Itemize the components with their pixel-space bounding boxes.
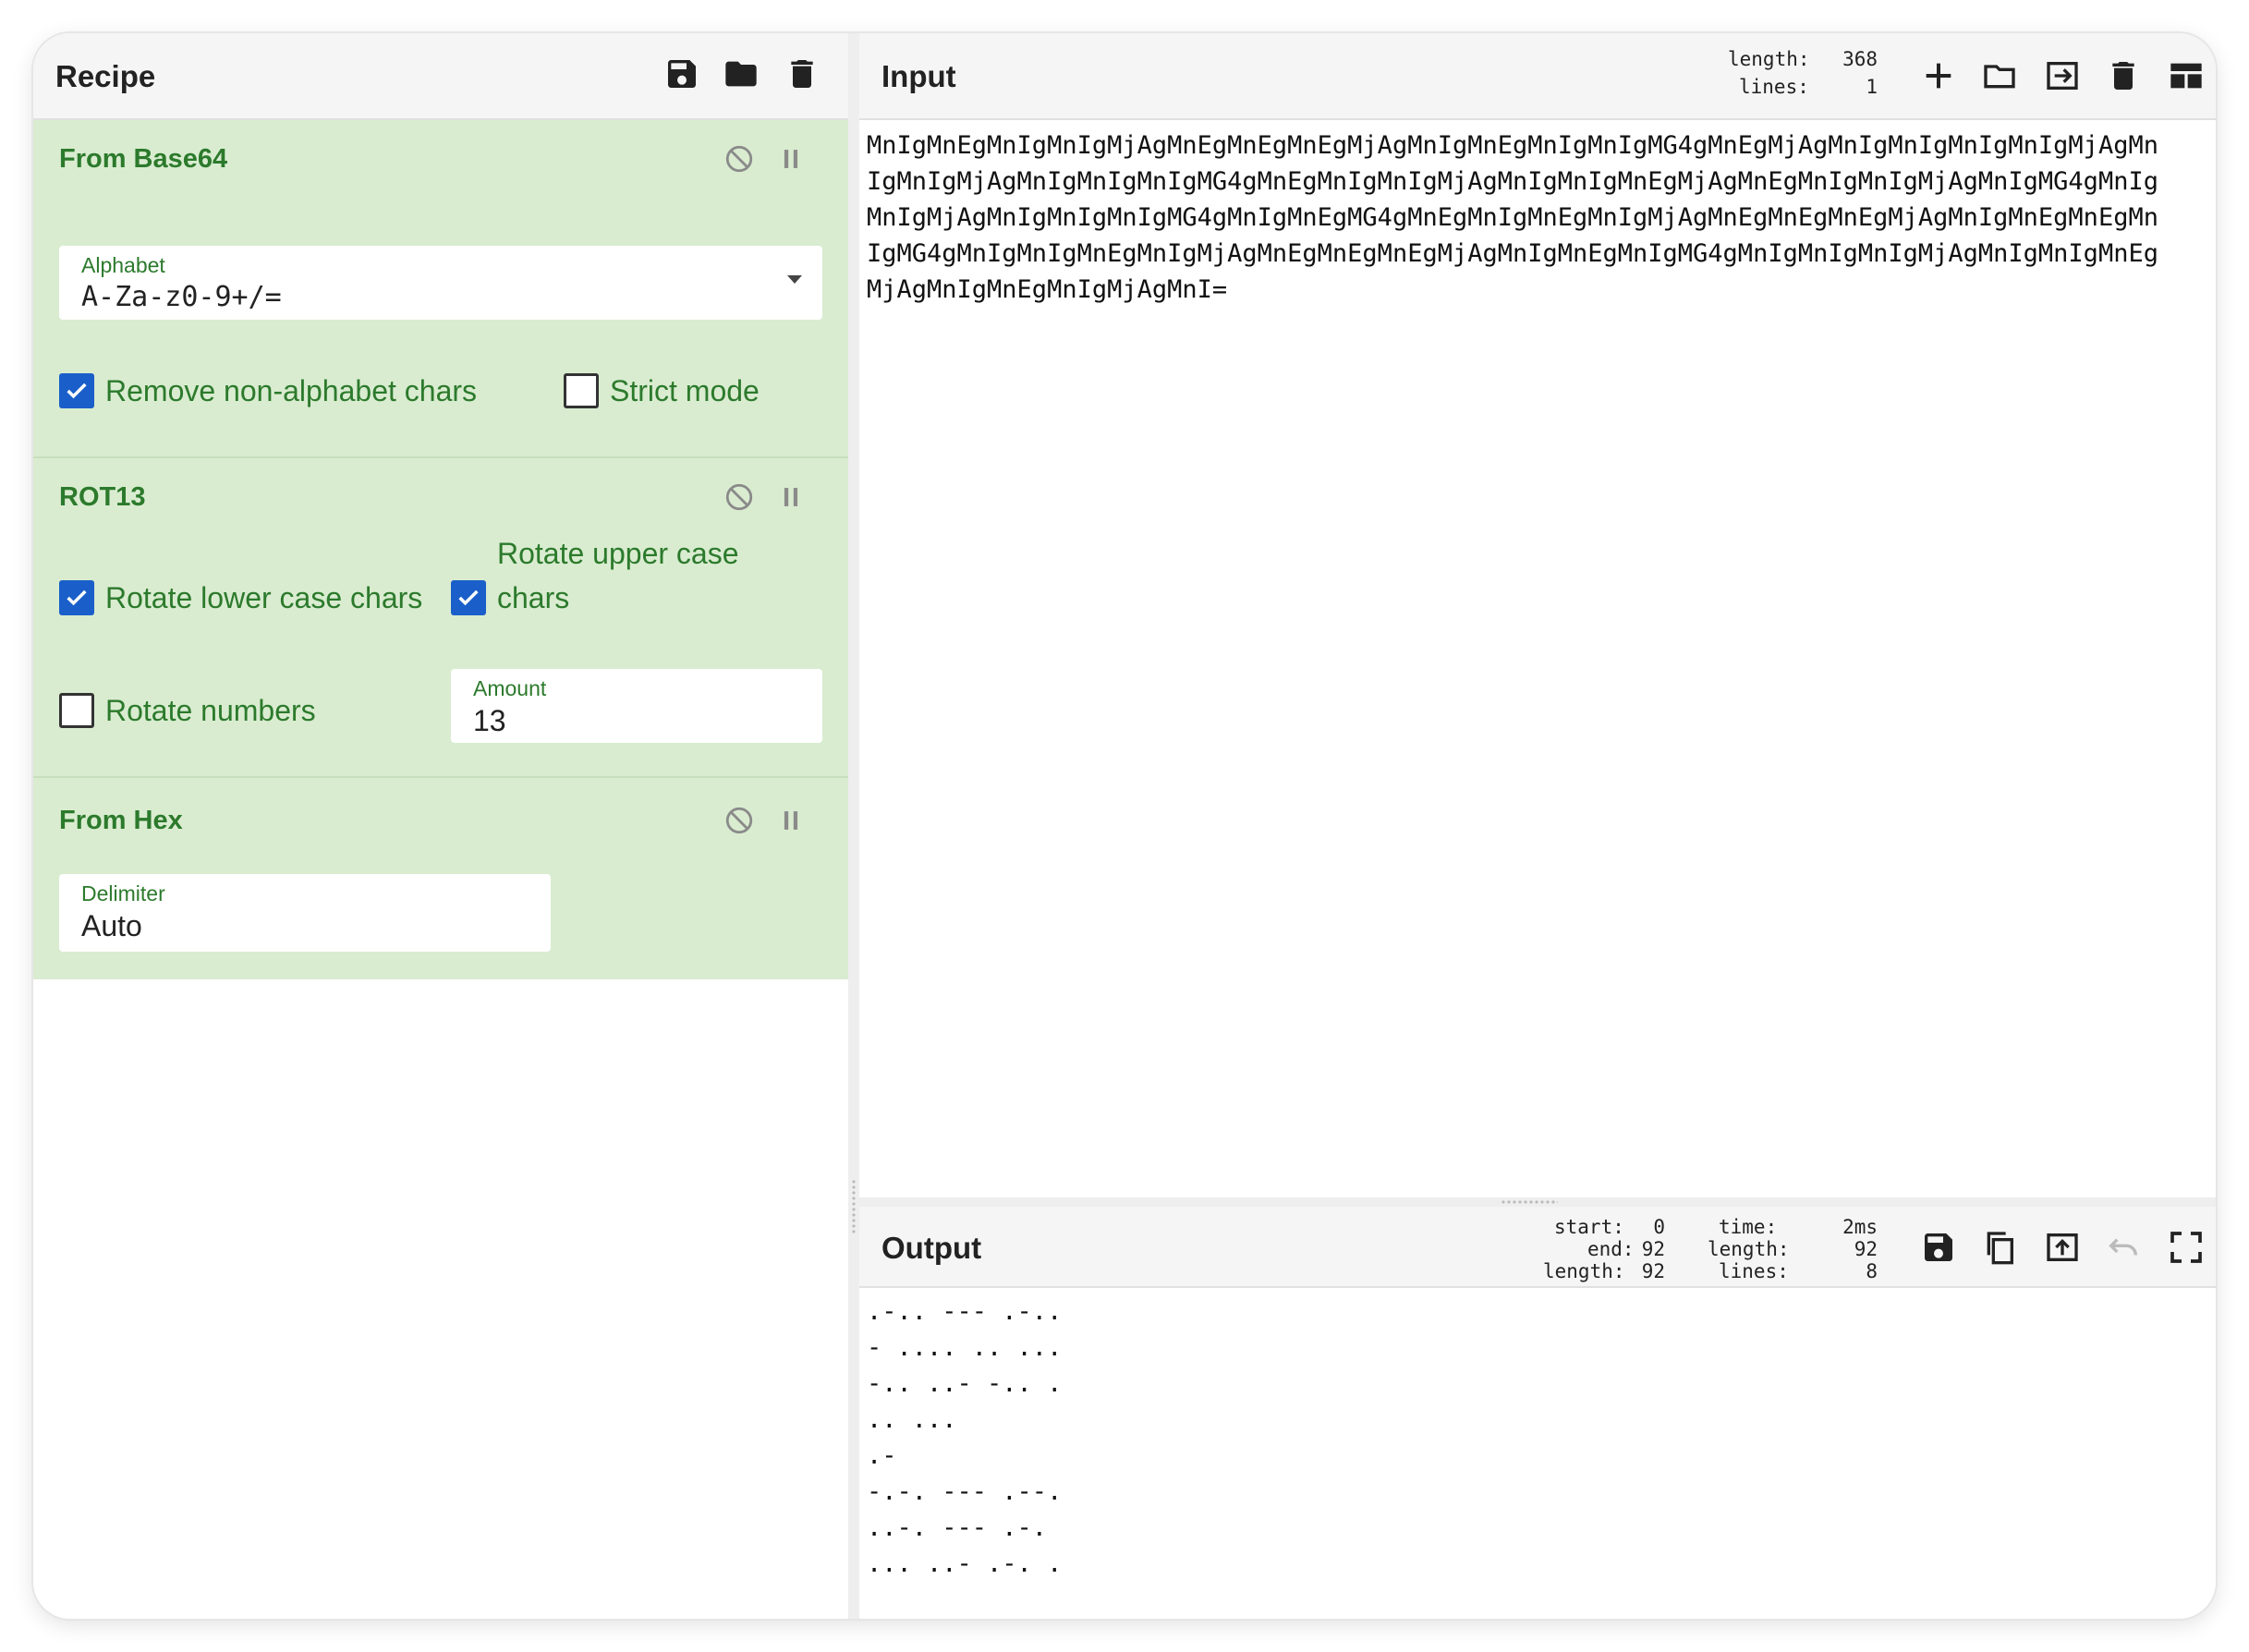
io-divider[interactable] bbox=[859, 1197, 2216, 1207]
disable-icon[interactable] bbox=[721, 140, 758, 177]
input-line: MnIgMnEgMnIgMnIgMjAgMnEgMnEgMnEgMjAgMnIg… bbox=[867, 131, 2158, 160]
input-text-area[interactable]: MnIgMnEgMnIgMnIgMjAgMnEgMnEgMnEgMjAgMnIg… bbox=[859, 120, 2216, 1197]
rotate-upper-label-line1: Rotate upper case bbox=[497, 537, 739, 570]
recipe-pane: Recipe From Base64 Alphabet A-Za-z0-9+/= bbox=[33, 33, 848, 1619]
output-sel-length-label: length: bbox=[1543, 1260, 1625, 1282]
operation-title: From Base64 bbox=[59, 144, 228, 174]
remove-non-alphabet-checkbox[interactable] bbox=[59, 373, 94, 408]
copy-icon[interactable] bbox=[1979, 1227, 2020, 1268]
save-icon[interactable] bbox=[662, 54, 702, 94]
operation-from-base64: From Base64 Alphabet A-Za-z0-9+/= Remove… bbox=[33, 120, 848, 458]
output-line: -.-. --- .--. bbox=[867, 1477, 1063, 1506]
output-start: 0 bbox=[1653, 1216, 1665, 1238]
output-line: ... ..- .-. . bbox=[867, 1549, 1063, 1578]
amount-value: 13 bbox=[473, 704, 506, 737]
input-line: IgMG4gMnIgMnIgMnEgMnIgMjAgMnEgMnEgMnEgMj… bbox=[867, 239, 2158, 268]
folder-icon[interactable] bbox=[721, 54, 761, 94]
rotate-numbers-checkbox[interactable] bbox=[59, 693, 94, 728]
rotate-upper-label-line2: chars bbox=[497, 581, 570, 614]
output-line: .-.. --- .-.. bbox=[867, 1297, 1063, 1326]
trash-icon[interactable] bbox=[782, 54, 822, 94]
open-folder-icon[interactable] bbox=[1979, 55, 2020, 96]
input-length-label: length: bbox=[1728, 48, 1810, 70]
output-lines: 8 bbox=[1866, 1260, 1878, 1282]
output-end-label: end: bbox=[1587, 1238, 1635, 1260]
input-header: Input length: 368 lines: 1 bbox=[859, 33, 2216, 120]
undo-icon[interactable] bbox=[2103, 1227, 2144, 1268]
output-line: ..-. --- .-. bbox=[867, 1513, 1048, 1542]
operation-title: ROT13 bbox=[59, 482, 146, 512]
input-line: IgMnIgMjAgMnIgMnIgMnIgMG4gMnEgMnIgMnIgMj… bbox=[867, 167, 2158, 196]
trash-icon[interactable] bbox=[2103, 55, 2144, 96]
replace-input-icon[interactable] bbox=[2042, 1227, 2083, 1268]
operation-rot13: ROT13 Rotate lower case chars Rotate upp… bbox=[33, 458, 848, 778]
save-output-icon[interactable] bbox=[1918, 1227, 1959, 1268]
pause-icon[interactable] bbox=[772, 140, 809, 177]
output-length-label: length: bbox=[1708, 1238, 1790, 1260]
output-line: -.. ..- -.. . bbox=[867, 1369, 1063, 1398]
pane-divider[interactable] bbox=[848, 33, 859, 1619]
alphabet-label: Alphabet bbox=[81, 253, 165, 277]
strict-mode-checkbox[interactable] bbox=[564, 373, 599, 408]
chevron-down-icon bbox=[787, 275, 802, 284]
alphabet-select[interactable]: Alphabet A-Za-z0-9+/= bbox=[59, 246, 822, 320]
input-title: Input bbox=[881, 59, 956, 93]
recipe-header: Recipe bbox=[33, 33, 848, 120]
output-line: - .... .. ... bbox=[867, 1333, 1063, 1362]
output-length: 92 bbox=[1854, 1238, 1878, 1260]
open-file-icon[interactable] bbox=[2042, 55, 2083, 96]
maximize-icon[interactable] bbox=[2166, 1227, 2206, 1268]
input-lines: 1 bbox=[1866, 76, 1878, 98]
pause-icon[interactable] bbox=[772, 479, 809, 516]
input-line: MjAgMnIgMnEgMnIgMjAgMnI= bbox=[867, 275, 1228, 304]
layout-icon[interactable] bbox=[2166, 55, 2206, 96]
recipe-title: Recipe bbox=[55, 59, 156, 93]
output-sel-length: 92 bbox=[1641, 1260, 1665, 1282]
disable-icon[interactable] bbox=[721, 479, 758, 516]
output-end: 92 bbox=[1641, 1238, 1665, 1260]
rotate-lower-label: Rotate lower case chars bbox=[105, 581, 423, 614]
rotate-upper-checkbox[interactable] bbox=[451, 580, 486, 615]
output-lines-label: lines: bbox=[1719, 1260, 1789, 1282]
rotate-lower-checkbox[interactable] bbox=[59, 580, 94, 615]
input-line: MnIgMjAgMnIgMnIgMnIgMG4gMnIgMnEgMG4gMnEg… bbox=[867, 203, 2158, 232]
amount-input[interactable]: Amount 13 bbox=[451, 669, 822, 743]
output-time-label: time: bbox=[1719, 1216, 1778, 1238]
rotate-numbers-label: Rotate numbers bbox=[105, 694, 316, 727]
input-length: 368 bbox=[1842, 48, 1878, 70]
output-start-label: start: bbox=[1554, 1216, 1624, 1238]
output-header: Output start: 0 end: 92 length: 92 time:… bbox=[859, 1207, 2216, 1288]
delimiter-value: Auto bbox=[81, 909, 142, 942]
pause-icon[interactable] bbox=[772, 802, 809, 839]
output-time: 2ms bbox=[1842, 1216, 1878, 1238]
amount-label: Amount bbox=[473, 676, 547, 700]
disable-icon[interactable] bbox=[721, 802, 758, 839]
output-line: .- bbox=[867, 1441, 897, 1470]
input-lines-label: lines: bbox=[1739, 76, 1809, 98]
delimiter-input[interactable]: Delimiter Auto bbox=[59, 874, 551, 952]
output-title: Output bbox=[881, 1231, 982, 1265]
delimiter-label: Delimiter bbox=[81, 881, 165, 905]
strict-mode-label: Strict mode bbox=[610, 374, 760, 407]
io-pane: Input length: 368 lines: 1 MnIgMnEgMnIgM… bbox=[859, 33, 2216, 1619]
output-text-area[interactable]: .-.. --- .-.. - .... .. ... -.. ..- -.. … bbox=[859, 1288, 2216, 1619]
app-window: Recipe From Base64 Alphabet A-Za-z0-9+/= bbox=[33, 33, 2216, 1619]
output-line: .. ... bbox=[867, 1405, 957, 1434]
remove-non-alphabet-label: Remove non-alphabet chars bbox=[105, 374, 478, 407]
add-icon[interactable] bbox=[1918, 55, 1959, 96]
operation-title: From Hex bbox=[59, 806, 183, 835]
alphabet-value: A-Za-z0-9+/= bbox=[81, 281, 282, 313]
operation-from-hex: From Hex Delimiter Auto bbox=[33, 778, 848, 979]
